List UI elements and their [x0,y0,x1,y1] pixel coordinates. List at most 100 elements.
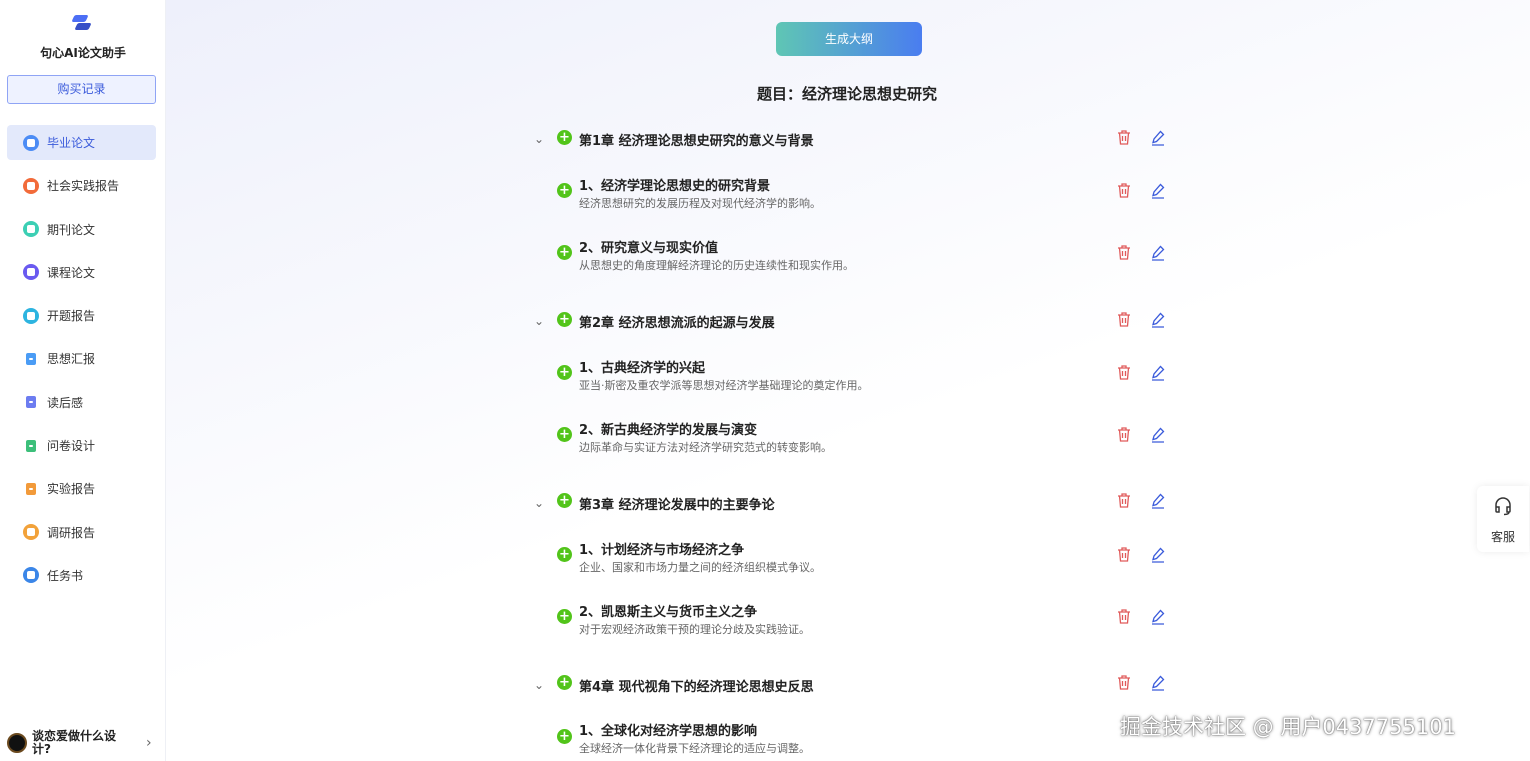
sidebar-item-thought[interactable]: 思想汇报 [7,341,156,376]
edit-icon[interactable] [1150,546,1166,563]
chapter-row: ⌄ + 第4章 现代视角下的经济理论思想史反思 [166,674,1530,714]
add-icon[interactable]: + [557,427,572,442]
sidebar-item-label: 期刊论文 [47,222,96,237]
delete-icon[interactable] [1116,426,1132,443]
add-icon[interactable]: + [557,245,572,260]
course-icon [23,264,39,281]
add-icon[interactable]: + [557,547,572,562]
reading-icon [26,396,36,409]
section-row: + 1、计划经济与市场经济之争 企业、国家和市场力量之间的经济组织模式争议。 [166,539,1530,579]
generate-outline-button[interactable]: 生成大纲 [776,22,922,56]
add-icon[interactable]: + [557,365,572,380]
edit-icon[interactable] [1150,311,1166,328]
section-title: 2、凯恩斯主义与货币主义之争 [579,605,758,620]
section-row: + 1、古典经济学的兴起 亚当·斯密及重农学派等思想对经济学基础理论的奠定作用。 [166,357,1530,397]
edit-icon[interactable] [1150,492,1166,509]
main-content: 生成大纲 题目：经济理论思想史研究 ⌄ + 第1章 经济理论思想史研究的意义与背… [166,0,1530,761]
delete-icon[interactable] [1116,129,1132,146]
section-description: 全球经济一体化背景下经济理论的适应与调整。 [579,742,810,755]
delete-icon[interactable] [1116,182,1132,199]
delete-icon[interactable] [1116,608,1132,625]
sidebar-item-social-practice[interactable]: 社会实践报告 [7,168,156,203]
sidebar-item-journal[interactable]: 期刊论文 [7,212,156,247]
sidebar-item-label: 社会实践报告 [47,179,120,194]
survey-icon [26,439,36,452]
sidebar-nav: 毕业论文 社会实践报告 期刊论文 课程论文 开题报告 思想汇报 读后感 问卷设计… [7,125,156,601]
chapter-title: 第1章 经济理论思想史研究的意义与背景 [579,134,814,149]
customer-service-button[interactable]: 客服 [1477,486,1529,552]
app-title: 句心AI论文助手 [40,46,126,60]
sidebar-item-label: 读后感 [47,395,84,410]
proposal-icon [23,307,39,324]
edit-icon[interactable] [1150,182,1166,199]
avatar [7,733,27,753]
chapter-title: 第2章 经济思想流派的起源与发展 [579,316,775,331]
section-title: 2、研究意义与现实价值 [579,241,719,256]
purchase-records-button[interactable]: 购买记录 [7,75,156,104]
edit-icon[interactable] [1150,608,1166,625]
chevron-down-icon[interactable]: ⌄ [534,132,544,146]
thesis-icon [23,134,39,151]
section-row: + 2、新古典经济学的发展与演变 边际革命与实证方法对经济学研究范式的转变影响。 [166,419,1530,459]
delete-icon[interactable] [1116,492,1132,509]
section-row: + 2、研究意义与现实价值 从思想史的角度理解经济理论的历史连续性和现实作用。 [166,237,1530,277]
sidebar-item-experiment[interactable]: 实验报告 [7,471,156,506]
delete-icon[interactable] [1116,311,1132,328]
sidebar: 句心AI论文助手 购买记录 毕业论文 社会实践报告 期刊论文 课程论文 开题报告… [0,0,166,761]
section-title: 2、新古典经济学的发展与演变 [579,423,758,438]
edit-icon[interactable] [1150,244,1166,261]
add-icon[interactable]: + [557,609,572,624]
sidebar-item-course[interactable]: 课程论文 [7,255,156,290]
thought-icon [26,352,36,365]
headset-icon [1493,496,1513,516]
edit-icon[interactable] [1150,129,1166,146]
section-title: 1、全球化对经济学思想的影响 [579,724,758,739]
add-icon[interactable]: + [557,729,572,744]
edit-icon[interactable] [1150,426,1166,443]
add-icon[interactable]: + [557,183,572,198]
add-icon[interactable]: + [557,675,572,690]
sidebar-item-label: 任务书 [47,568,84,583]
user-profile[interactable]: 谈恋爱做什么设计? › [7,728,157,758]
delete-icon[interactable] [1116,244,1132,261]
add-icon[interactable]: + [557,312,572,327]
chevron-down-icon[interactable]: ⌄ [534,496,544,510]
section-description: 亚当·斯密及重农学派等思想对经济学基础理论的奠定作用。 [579,379,869,392]
sidebar-item-label: 思想汇报 [47,352,96,367]
edit-icon[interactable] [1150,674,1166,691]
sidebar-item-label: 开题报告 [47,309,96,324]
chevron-right-icon: › [146,735,152,751]
sidebar-item-task[interactable]: 任务书 [7,558,156,593]
research-icon [23,524,39,541]
user-name: 谈恋爱做什么设计? [32,729,117,756]
sidebar-item-proposal[interactable]: 开题报告 [7,298,156,333]
edit-icon[interactable] [1150,364,1166,381]
section-description: 边际革命与实证方法对经济学研究范式的转变影响。 [579,441,832,454]
delete-icon[interactable] [1116,674,1132,691]
delete-icon[interactable] [1116,364,1132,381]
topic-title: 题目：经济理论思想史研究 [757,85,938,103]
sidebar-item-research[interactable]: 调研报告 [7,515,156,550]
watermark-text: 掘金技术社区 @ 用户0437755101 [1120,715,1456,739]
chapter-row: ⌄ + 第2章 经济思想流派的起源与发展 [166,310,1530,350]
chapter-title: 第4章 现代视角下的经济理论思想史反思 [579,680,814,695]
experiment-icon [26,482,36,495]
sidebar-item-label: 问卷设计 [47,439,96,454]
section-title: 1、古典经济学的兴起 [579,361,706,376]
chevron-down-icon[interactable]: ⌄ [534,314,544,328]
section-title: 1、计划经济与市场经济之争 [579,543,745,558]
customer-service-label: 客服 [1490,530,1515,544]
sidebar-item-label: 调研报告 [47,525,96,540]
sidebar-item-survey[interactable]: 问卷设计 [7,428,156,463]
section-description: 企业、国家和市场力量之间的经济组织模式争议。 [579,561,821,574]
section-description: 从思想史的角度理解经济理论的历史连续性和现实作用。 [579,259,854,272]
add-icon[interactable]: + [557,493,572,508]
delete-icon[interactable] [1116,546,1132,563]
sidebar-item-label: 课程论文 [47,265,96,280]
journal-icon [23,221,39,238]
chevron-down-icon[interactable]: ⌄ [534,678,544,692]
sidebar-item-thesis[interactable]: 毕业论文 [7,125,156,160]
sidebar-item-reading[interactable]: 读后感 [7,385,156,420]
section-description: 经济思想研究的发展历程及对现代经济学的影响。 [579,197,821,210]
add-icon[interactable]: + [557,130,572,145]
